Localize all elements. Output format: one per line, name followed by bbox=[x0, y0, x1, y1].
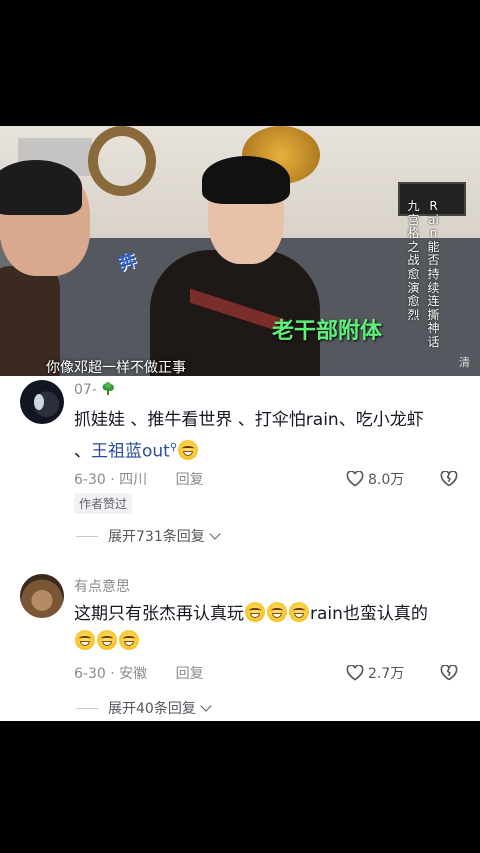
comment-meta: 6-30 · 四川 回复 bbox=[74, 469, 204, 489]
comment-text: 抓娃娃 、推牛看世界 、打伞怕rain、吃小龙虾 、王祖蓝out⚲ bbox=[74, 410, 424, 462]
grin-emoji-icon bbox=[245, 602, 265, 622]
plant-icon bbox=[102, 382, 115, 395]
mention-link[interactable]: 王祖蓝out bbox=[91, 442, 170, 462]
heart-icon bbox=[346, 471, 364, 487]
expand-replies-button[interactable]: 展开40条回复 bbox=[76, 698, 212, 718]
like-button[interactable]: 2.7万 bbox=[346, 663, 404, 683]
author-liked-badge: 作者赞过 bbox=[74, 493, 133, 514]
person-left bbox=[0, 160, 110, 376]
heart-icon bbox=[346, 665, 364, 681]
chevron-down-icon bbox=[200, 700, 212, 712]
video-caption: 老干部附体 bbox=[272, 318, 383, 344]
broken-heart-icon[interactable] bbox=[440, 665, 458, 681]
grin-emoji-icon bbox=[289, 602, 309, 622]
comment-date-location: 6-30 · 四川 bbox=[74, 472, 148, 488]
comment-username[interactable]: 有点意思 bbox=[74, 576, 130, 596]
grin-emoji-icon bbox=[119, 630, 139, 650]
like-count: 2.7万 bbox=[368, 666, 405, 682]
vertical-title-1: 九宫格之战愈演愈烈 bbox=[407, 199, 420, 322]
expand-label: 展开731条回复 bbox=[108, 529, 205, 545]
expand-label: 展开40条回复 bbox=[108, 701, 196, 717]
grin-emoji-icon bbox=[97, 630, 117, 650]
watermark: 清 bbox=[459, 356, 470, 369]
comment-username[interactable]: 07- bbox=[74, 382, 115, 398]
comment-meta: 6-30 · 安徽 回复 bbox=[74, 663, 204, 683]
like-button[interactable]: 8.0万 bbox=[346, 469, 404, 489]
chevron-down-icon bbox=[209, 528, 221, 540]
search-icon[interactable]: ⚲ bbox=[170, 442, 177, 453]
grin-emoji-icon bbox=[178, 439, 199, 460]
broken-heart-icon[interactable] bbox=[440, 471, 458, 487]
avatar[interactable] bbox=[20, 574, 64, 618]
reply-button[interactable]: 回复 bbox=[176, 666, 204, 682]
vertical-title-2: Rain能否持续连撕神话 bbox=[427, 199, 440, 349]
divider-line bbox=[76, 535, 98, 537]
comment-text: 这期只有张杰再认真玩 rain也蛮认真的 bbox=[74, 600, 444, 656]
grin-emoji-icon bbox=[267, 602, 287, 622]
avatar[interactable] bbox=[20, 380, 64, 424]
like-count: 8.0万 bbox=[368, 472, 405, 488]
reply-button[interactable]: 回复 bbox=[176, 472, 204, 488]
expand-replies-button[interactable]: 展开731条回复 bbox=[76, 526, 221, 546]
video-subtitle: 你像邓超一样不做正事 bbox=[46, 360, 186, 376]
grin-emoji-icon bbox=[75, 630, 95, 650]
comment-date-location: 6-30 · 安徽 bbox=[74, 666, 148, 682]
comments-panel: 07- 抓娃娃 、推牛看世界 、打伞怕rain、吃小龙虾 、王祖蓝out⚲ 6-… bbox=[0, 376, 480, 721]
video-frame[interactable]: 奔 老干部附体 九宫格之战愈演愈烈 Rain能否持续连撕神话 你像邓超一样不做正… bbox=[0, 126, 480, 376]
divider-line bbox=[76, 707, 98, 709]
